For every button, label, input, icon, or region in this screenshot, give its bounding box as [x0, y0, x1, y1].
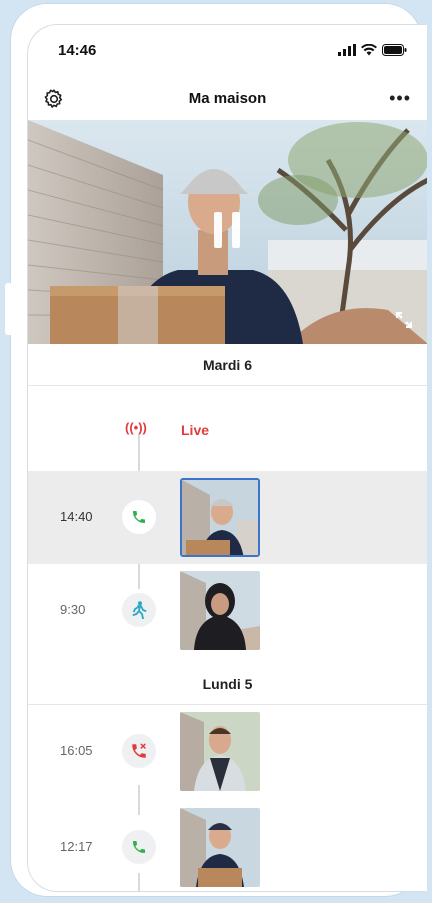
live-label: Live	[181, 422, 210, 438]
pause-bar-left	[214, 212, 222, 248]
event-time: 9:30	[60, 602, 86, 617]
pause-bar-right	[232, 212, 240, 248]
event-time: 14:40	[60, 509, 93, 524]
phone-missed-icon	[122, 734, 156, 768]
event-time: 12:17	[60, 839, 93, 854]
page-title: Ma maison	[188, 90, 267, 107]
event-thumbnail[interactable]	[180, 712, 260, 791]
event-row[interactable]: 9:30	[28, 564, 427, 657]
live-video-player[interactable]	[28, 120, 427, 344]
live-broadcast-icon: ((•))	[125, 420, 147, 435]
wifi-icon	[361, 44, 377, 56]
phone-side-button	[5, 283, 13, 335]
status-icons	[338, 44, 407, 56]
status-bar: 14:46	[58, 39, 407, 61]
app-header: Ma maison •••	[28, 85, 427, 115]
live-row[interactable]: ((•)) Live	[28, 410, 427, 452]
fullscreen-icon[interactable]	[394, 310, 414, 330]
event-row[interactable]: 12:17	[28, 801, 427, 891]
day-header: Mardi 6	[28, 344, 427, 386]
status-time: 14:46	[58, 41, 97, 59]
more-options-button[interactable]: •••	[389, 89, 411, 107]
event-row[interactable]: 14:40	[28, 471, 427, 564]
event-thumbnail[interactable]	[180, 808, 260, 887]
day-header: Lundi 5	[28, 663, 427, 705]
signal-icon	[338, 44, 356, 56]
pause-button[interactable]	[214, 212, 240, 248]
event-row[interactable]: 16:05	[28, 705, 427, 798]
app-screen: 14:46 Ma maison ••• Mardi 6 ((•)) Live 1…	[27, 24, 427, 892]
event-thumbnail[interactable]	[180, 478, 260, 557]
event-time: 16:05	[60, 743, 93, 758]
phone-answered-icon	[122, 830, 156, 864]
battery-icon	[382, 44, 407, 56]
phone-answered-icon	[122, 500, 156, 534]
motion-person-icon	[122, 593, 156, 627]
event-thumbnail[interactable]	[180, 571, 260, 650]
